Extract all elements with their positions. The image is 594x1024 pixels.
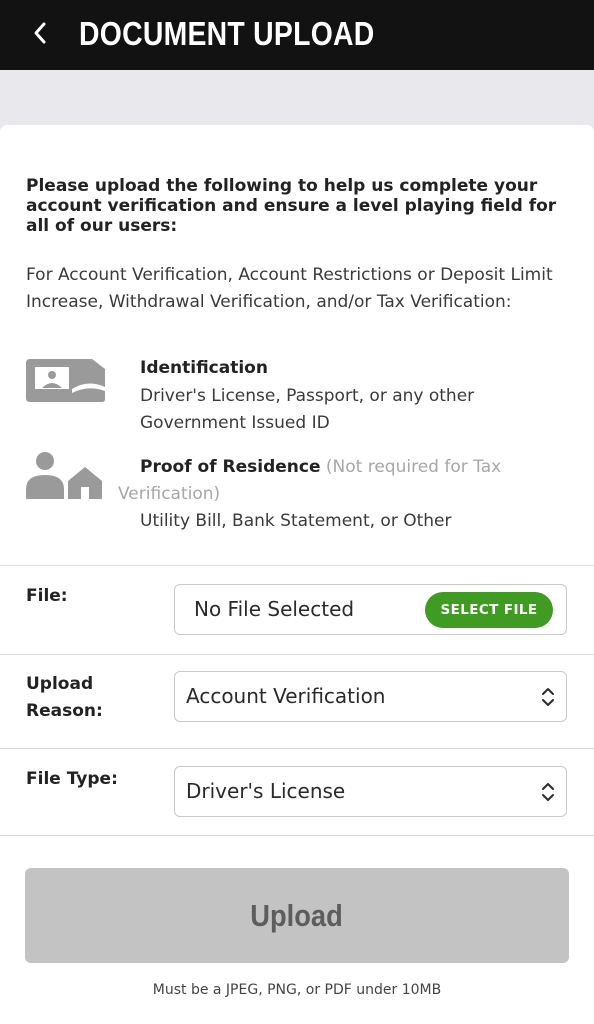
id-card-icon bbox=[26, 359, 105, 402]
intro-description: For Account Verification, Account Restri… bbox=[26, 265, 553, 312]
upload-button-label: Upload bbox=[250, 897, 344, 933]
file-requirements-note: Must be a JPEG, PNG, or PDF under 10MB bbox=[152, 982, 442, 998]
file-type-select[interactable]: Driver's License bbox=[174, 766, 567, 817]
chevron-left-icon bbox=[34, 22, 46, 44]
upload-reason-label: Upload Reason: bbox=[26, 674, 103, 721]
top-bar: DOCUMENT UPLOAD bbox=[0, 0, 594, 70]
identification-description: Driver's License, Passport, or any other… bbox=[140, 386, 475, 433]
residence-description: Utility Bill, Bank Statement, or Other bbox=[140, 511, 452, 531]
upload-reason-value: Account Verification bbox=[186, 684, 386, 708]
upload-card: Please upload the following to help us c… bbox=[0, 125, 594, 1024]
back-button[interactable] bbox=[26, 16, 54, 50]
intro-heading: Please upload the following to help us c… bbox=[26, 176, 557, 236]
chevron-up-down-icon bbox=[542, 783, 554, 801]
file-field: No File Selected SELECT FILE bbox=[174, 584, 567, 635]
divider bbox=[0, 565, 594, 566]
page-title: DOCUMENT UPLOAD bbox=[79, 15, 375, 52]
divider bbox=[0, 835, 594, 836]
residence-title: Proof of Residence (Not required for Tax… bbox=[118, 454, 558, 508]
identification-title: Identification bbox=[140, 358, 268, 378]
file-type-value: Driver's License bbox=[186, 779, 346, 803]
file-type-label: File Type: bbox=[26, 769, 118, 789]
chevron-up-down-icon bbox=[542, 688, 554, 706]
upload-reason-select[interactable]: Account Verification bbox=[174, 671, 567, 722]
divider bbox=[0, 748, 594, 749]
divider bbox=[0, 654, 594, 655]
upload-button[interactable]: Upload bbox=[25, 868, 569, 963]
residence-title-label: Proof of Residence bbox=[140, 457, 321, 477]
file-label: File: bbox=[26, 586, 68, 606]
select-file-button[interactable]: SELECT FILE bbox=[425, 592, 553, 628]
file-value: No File Selected bbox=[194, 597, 355, 621]
person-house-icon bbox=[26, 452, 102, 499]
